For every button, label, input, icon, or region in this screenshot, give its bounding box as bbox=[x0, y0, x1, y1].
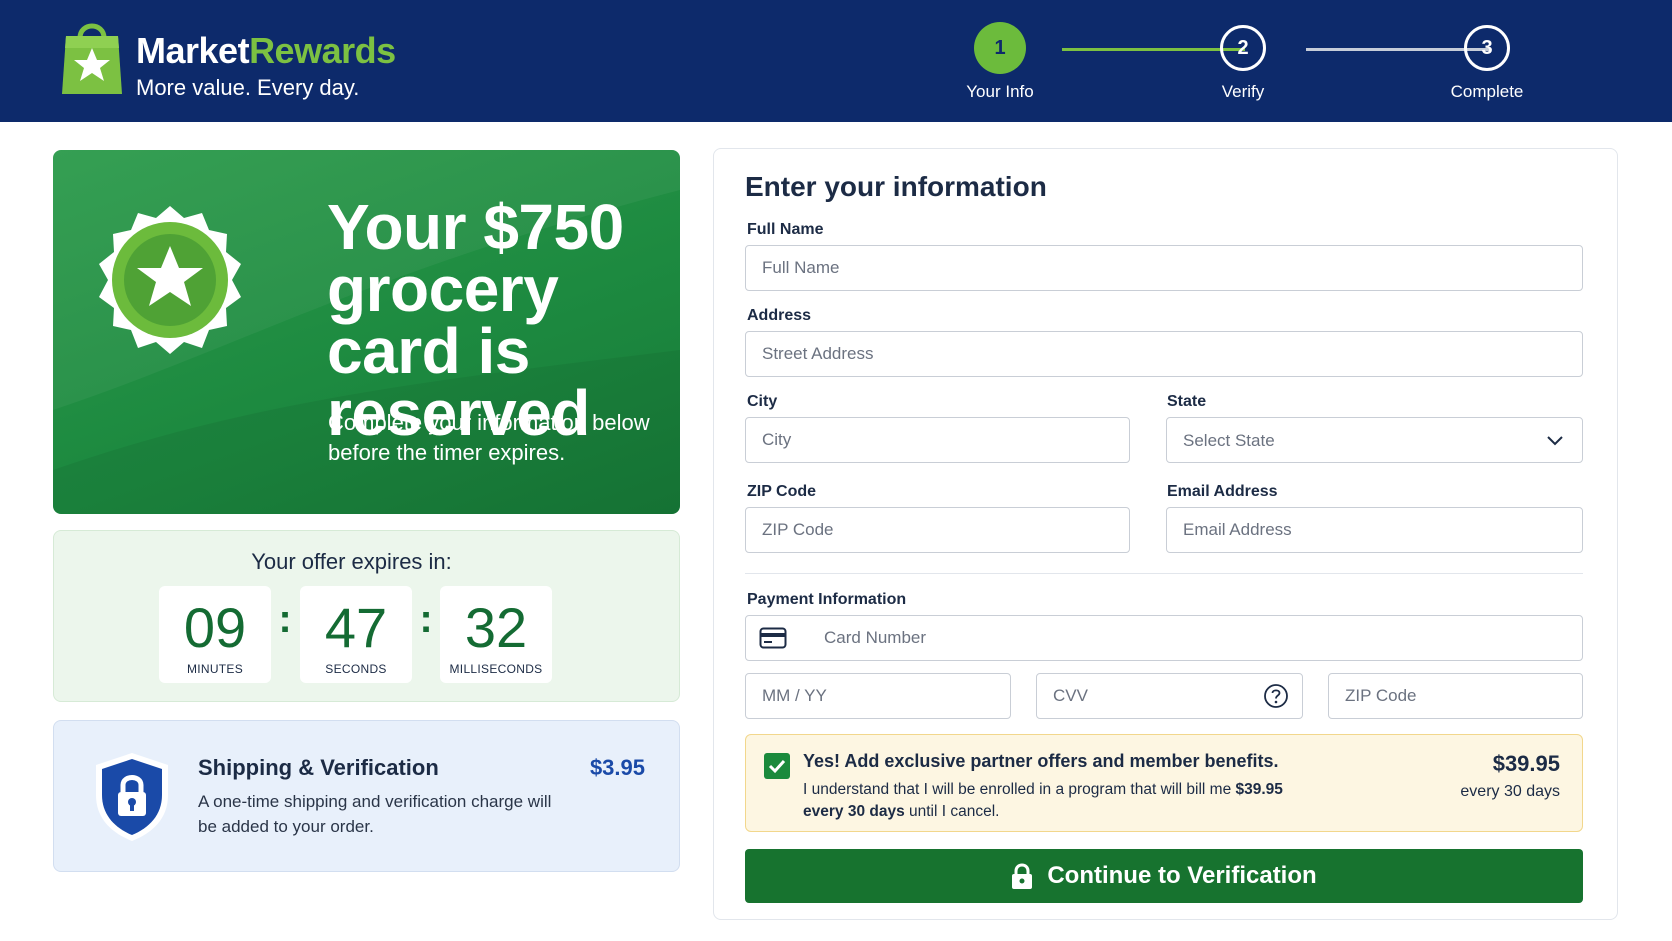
card-number-field[interactable] bbox=[745, 615, 1583, 661]
zip-code-field[interactable] bbox=[745, 507, 1130, 553]
step-complete: 3 Complete bbox=[1427, 22, 1547, 102]
offer-terms: I understand that I will be enrolled in … bbox=[803, 779, 1323, 823]
site-header: MarketRewards More value. Every day. 1 Y… bbox=[0, 0, 1672, 122]
timer-milliseconds-label: MILLISECONDS bbox=[449, 662, 543, 676]
brand-name-part1: Market bbox=[136, 30, 250, 71]
step-your-info: 1 Your Info bbox=[940, 22, 1060, 102]
shipping-price: $3.95 bbox=[589, 755, 645, 780]
step-label: Your Info bbox=[966, 82, 1034, 101]
step-verify: 2 Verify bbox=[1183, 22, 1303, 102]
state-select-value: Select State bbox=[1183, 431, 1275, 450]
timer-seconds-value: 47 bbox=[324, 596, 388, 659]
step-number: 1 bbox=[974, 22, 1026, 74]
timer-minutes: 09 MINUTES bbox=[159, 586, 271, 683]
brand-name: MarketRewards bbox=[136, 28, 396, 74]
timer-seconds: 47 SECONDS bbox=[300, 586, 412, 683]
timer-milliseconds: 32 MILLISECONDS bbox=[440, 586, 552, 683]
form-title: Enter your information bbox=[745, 171, 1047, 202]
offer-terms-before: I understand that I will be enrolled in … bbox=[803, 781, 1236, 798]
brand-tagline: More value. Every day. bbox=[136, 75, 360, 100]
section-divider bbox=[745, 573, 1583, 574]
street-address-field[interactable] bbox=[745, 331, 1583, 377]
full-name-label: Full Name bbox=[747, 221, 824, 238]
timer-separator: : bbox=[419, 597, 433, 641]
email-field[interactable] bbox=[1166, 507, 1583, 553]
timer-seconds-label: SECONDS bbox=[325, 662, 387, 676]
address-label: Address bbox=[747, 307, 812, 324]
shipping-description: A one-time shipping and verification cha… bbox=[198, 792, 552, 836]
question-circle-icon[interactable] bbox=[1263, 683, 1289, 709]
hero-title: Your $750 grocery card is reserved bbox=[327, 191, 624, 449]
continue-to-verification-button[interactable]: Continue to Verification bbox=[745, 849, 1583, 903]
hero-subtitle: Complete your information below before t… bbox=[328, 410, 650, 465]
offer-terms-after: until I cancel. bbox=[904, 803, 1000, 820]
expiry-field[interactable] bbox=[745, 673, 1011, 719]
offer-period: every 30 days bbox=[1460, 783, 1560, 800]
partner-offer-box: Yes! Add exclusive partner offers and me… bbox=[745, 734, 1583, 832]
timer-minutes-value: 09 bbox=[183, 596, 247, 659]
payment-label: Payment Information bbox=[747, 591, 907, 608]
shield-lock-icon bbox=[96, 753, 168, 841]
continue-button-label: Continue to Verification bbox=[1047, 862, 1317, 889]
full-name-field[interactable] bbox=[745, 245, 1583, 291]
state-select[interactable]: Select State bbox=[1166, 417, 1583, 463]
step-label: Complete bbox=[1450, 82, 1524, 101]
partner-offer-checkbox[interactable] bbox=[764, 753, 790, 779]
offer-price: $39.95 bbox=[1492, 751, 1560, 776]
progress-steps: 1 Your Info 2 Verify 3 Complete bbox=[940, 22, 1580, 112]
step-label: Verify bbox=[1221, 82, 1265, 101]
shopping-bag-star-icon bbox=[62, 23, 122, 94]
billing-zip-field[interactable] bbox=[1328, 673, 1583, 719]
email-label: Email Address bbox=[1167, 483, 1278, 500]
step-number: 2 bbox=[1220, 25, 1266, 71]
checkmark-icon bbox=[768, 759, 786, 774]
timer-separator: : bbox=[278, 597, 292, 641]
credit-card-icon bbox=[759, 627, 787, 649]
brand-name-part2: Rewards bbox=[249, 30, 396, 71]
step-number: 3 bbox=[1464, 25, 1510, 71]
timer-title: Your offer expires in: bbox=[251, 549, 452, 574]
cvv-group bbox=[1036, 673, 1303, 719]
hero-banner: Your $750 grocery card is reserved Compl… bbox=[53, 150, 680, 514]
city-label: City bbox=[747, 393, 778, 410]
card-number-group bbox=[745, 615, 1583, 661]
shipping-title: Shipping & Verification bbox=[198, 755, 439, 780]
zip-code-label: ZIP Code bbox=[747, 483, 817, 500]
countdown-timer: Your offer expires in: 09 MINUTES : 47 S… bbox=[53, 530, 680, 702]
shipping-verification-notice: Shipping & Verification $3.95 A one-time… bbox=[53, 720, 680, 872]
offer-headline: Yes! Add exclusive partner offers and me… bbox=[803, 751, 1279, 771]
star-badge-icon bbox=[99, 206, 241, 354]
timer-minutes-label: MINUTES bbox=[186, 662, 244, 676]
city-field[interactable] bbox=[745, 417, 1130, 463]
lock-icon bbox=[1012, 863, 1033, 889]
brand[interactable]: MarketRewards More value. Every day. bbox=[136, 28, 396, 102]
chevron-down-icon bbox=[1547, 436, 1563, 446]
state-label: State bbox=[1167, 393, 1207, 410]
information-form: Enter your information Full Name Address… bbox=[713, 148, 1618, 920]
timer-milliseconds-value: 32 bbox=[464, 596, 528, 659]
